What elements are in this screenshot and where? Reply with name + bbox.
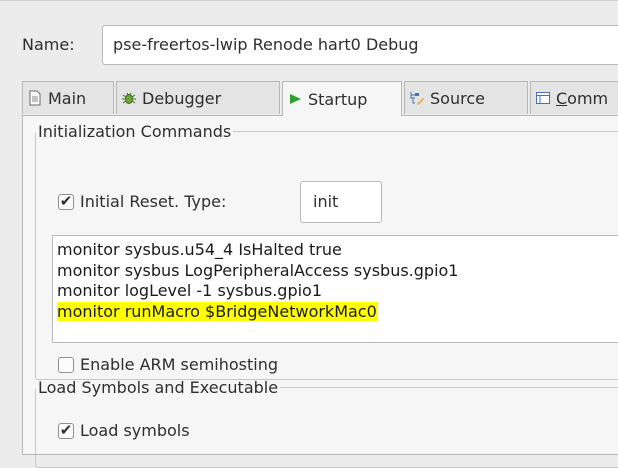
tab-debugger-label: Debugger xyxy=(142,88,222,108)
tab-startup[interactable]: Startup xyxy=(282,81,402,116)
tab-main-label: Main xyxy=(48,88,87,108)
source-lookup-icon xyxy=(409,90,425,106)
load-symbols-label: Load symbols xyxy=(80,421,190,440)
tab-debugger[interactable]: Debugger xyxy=(116,81,280,114)
command-line: monitor logLevel -1 sysbus.gpio1 xyxy=(57,281,323,300)
initial-reset-check-icon: ✔ xyxy=(58,192,74,210)
startup-tab-content: Initialization Commands ✔ Initial Reset.… xyxy=(22,115,618,468)
load-symbols-checkbox[interactable]: ✔ Load symbols xyxy=(58,421,190,440)
tab-bar: Main Debugger Startup Source Comm xyxy=(22,81,618,116)
tab-main[interactable]: Main xyxy=(22,81,114,114)
load-symbols-check-icon: ✔ xyxy=(58,421,74,439)
command-line: monitor sysbus.u54_4 IsHalted true xyxy=(57,240,342,259)
semihosting-label: Enable ARM semihosting xyxy=(80,355,279,374)
tab-source-label: Source xyxy=(430,88,485,108)
enable-semihosting-checkbox[interactable]: Enable ARM semihosting xyxy=(58,355,278,374)
tab-startup-label: Startup xyxy=(308,89,368,109)
play-icon xyxy=(287,91,303,107)
text-caret xyxy=(376,301,378,320)
init-commands-textarea[interactable]: monitor sysbus.u54_4 IsHalted true monit… xyxy=(52,235,618,343)
name-input[interactable]: pse-freertos-lwip Renode hart0 Debug xyxy=(102,25,618,65)
name-label: Name: xyxy=(22,35,75,54)
launch-config-panel: Name: pse-freertos-lwip Renode hart0 Deb… xyxy=(0,0,618,468)
common-icon xyxy=(535,90,551,106)
semihosting-check-icon xyxy=(58,356,74,373)
reset-type-input[interactable]: init xyxy=(300,181,382,223)
tab-common-label: Comm xyxy=(556,88,609,108)
load-symbols-group: Load Symbols and Executable ✔ Load symbo… xyxy=(35,378,618,468)
document-icon xyxy=(27,90,43,106)
initial-reset-checkbox[interactable]: ✔ Initial Reset. Type: xyxy=(58,192,226,211)
command-line-highlighted: monitor runMacro $BridgeNetworkMac0 xyxy=(57,301,378,321)
initialization-commands-legend: Initialization Commands xyxy=(38,122,232,141)
initial-reset-label: Initial Reset. Type: xyxy=(80,192,227,211)
load-symbols-legend: Load Symbols and Executable xyxy=(38,378,279,397)
tab-source[interactable]: Source xyxy=(404,81,528,114)
command-line: monitor sysbus LogPeripheralAccess sysbu… xyxy=(57,260,459,280)
tab-common[interactable]: Comm xyxy=(530,81,618,114)
bug-icon xyxy=(121,90,137,106)
initialization-commands-group: Initialization Commands ✔ Initial Reset.… xyxy=(35,122,618,380)
